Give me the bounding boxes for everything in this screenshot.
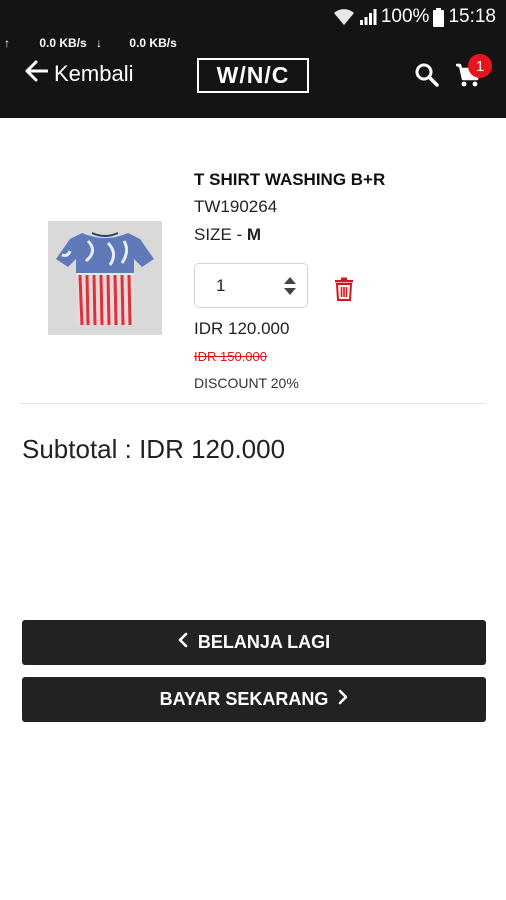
status-bar: 100% 15:18	[0, 0, 506, 34]
wifi-icon	[333, 8, 355, 26]
size-value: M	[246, 225, 262, 244]
quantity-value: 1	[216, 276, 226, 295]
product-code: TW190264	[194, 197, 278, 216]
product-name[interactable]: T SHIRT WASHING B+R	[194, 170, 385, 190]
back-label: Kembali	[54, 60, 134, 86]
pay-now-label: BAYAR SEKARANG	[159, 689, 329, 709]
quantity-select[interactable]: 1	[194, 263, 308, 308]
continue-shopping-button[interactable]: BELANJA LAGI	[22, 620, 486, 665]
pay-now-button[interactable]: BAYAR SEKARANG	[22, 677, 486, 722]
product-price: IDR 120.000	[194, 319, 290, 338]
network-speed: ↑ 0.0 KB/s ↓ 0.0 KB/s	[4, 36, 177, 50]
cart-count-badge: 1	[468, 54, 492, 78]
status-icons: 100% 15:18	[333, 6, 496, 28]
signal-icon	[359, 8, 377, 26]
subtotal: Subtotal : IDR 120.000	[22, 434, 286, 464]
delete-item-button[interactable]	[333, 277, 355, 301]
original-price: IDR 150.000	[194, 349, 267, 364]
divider	[20, 403, 486, 404]
chevron-right-icon	[338, 689, 348, 710]
battery-percent: 100%	[380, 6, 430, 27]
search-button[interactable]	[414, 62, 442, 90]
back-button[interactable]: Kembali	[24, 60, 133, 87]
chevron-left-icon	[178, 632, 188, 653]
continue-shopping-label: BELANJA LAGI	[197, 632, 331, 652]
download-speed: 0.0 KB/s	[129, 36, 177, 50]
clock: 15:18	[448, 6, 496, 27]
download-arrow-icon: ↓	[96, 36, 103, 50]
battery-icon	[433, 7, 445, 27]
size-label: SIZE -	[194, 225, 247, 244]
brand-logo: W/N/C	[197, 58, 309, 93]
upload-arrow-icon: ↑	[4, 36, 10, 50]
product-image[interactable]	[48, 221, 162, 335]
trash-icon	[333, 277, 355, 305]
app-bar: ↑ 0.0 KB/s ↓ 0.0 KB/s Kembali W/N/C 1	[0, 34, 506, 118]
arrow-left-icon	[24, 60, 49, 87]
discount-label: DISCOUNT 20%	[194, 375, 299, 391]
sort-arrows-icon	[283, 276, 297, 301]
upload-speed: 0.0 KB/s	[39, 36, 87, 50]
search-icon	[414, 63, 440, 92]
product-size: SIZE - M	[194, 225, 261, 245]
